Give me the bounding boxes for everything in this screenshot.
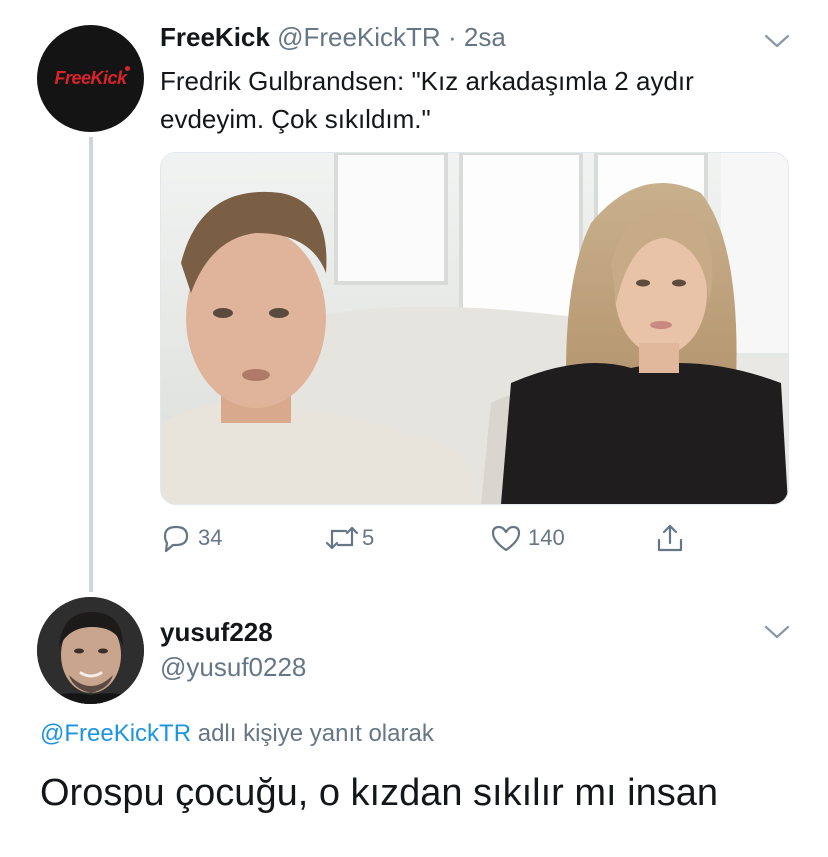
chevron-down-icon[interactable]: [764, 624, 790, 640]
replying-to-suffix: adlı kişiye yanıt olarak: [191, 720, 434, 747]
reply-button[interactable]: 34: [160, 520, 222, 556]
retweet-count: 5: [362, 525, 375, 550]
logo-dot: [125, 66, 130, 71]
yusuf228-avatar[interactable]: [37, 597, 144, 704]
reply-count: 34: [198, 525, 223, 550]
tweet-text: Fredrik Gulbrandsen: "Kız arkadaşımla 2 …: [160, 66, 694, 134]
like-button[interactable]: 140: [490, 520, 565, 556]
thread-connector-line: [89, 137, 93, 592]
freekick-logo-text: FreeKick: [54, 68, 127, 88]
header-separator: ·: [447, 22, 457, 52]
share-icon: [657, 524, 683, 552]
like-count: 140: [528, 525, 565, 550]
replying-to-mention[interactable]: @FreeKickTR: [40, 720, 191, 747]
replying-to-line: @FreeKickTR adlı kişiye yanıt olarak: [40, 720, 434, 748]
retweet-button[interactable]: 5: [324, 520, 374, 556]
reply-author-handle[interactable]: @yusuf0228: [160, 652, 306, 683]
tweet-header: FreeKick @FreeKickTR · 2sa: [160, 22, 506, 53]
reply-icon: [163, 525, 189, 553]
photo-illustration: [161, 153, 788, 504]
reply-text: Orospu çocuğu, o kızdan sıkılır mı insan: [40, 772, 718, 814]
user-photo: [37, 597, 144, 704]
author-handle[interactable]: @FreeKickTR: [277, 22, 441, 52]
tweet-time[interactable]: 2sa: [464, 22, 506, 52]
reply-author-name[interactable]: yusuf228: [160, 617, 273, 648]
tweet-actions-bar: 34 5 140: [160, 520, 760, 560]
chevron-down-icon[interactable]: [764, 33, 790, 49]
freekick-avatar[interactable]: FreeKick: [37, 25, 144, 132]
share-button[interactable]: [654, 520, 686, 556]
retweet-icon: [325, 526, 359, 550]
author-name[interactable]: FreeKick: [160, 22, 270, 52]
heart-icon: [491, 525, 521, 552]
tweet-photo[interactable]: [160, 152, 789, 505]
